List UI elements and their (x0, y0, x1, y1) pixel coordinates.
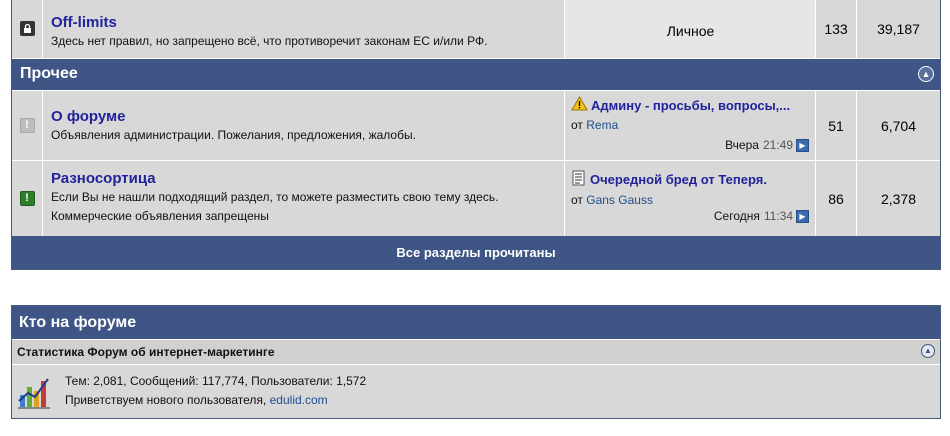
new-user-link[interactable]: edulid.com (270, 393, 328, 407)
post-time: 21:49 (762, 138, 793, 152)
forum-thread-count: 86 (816, 161, 856, 236)
forum-post-count: 2,378 (857, 161, 940, 236)
stats-subheader: Статистика Форум об интернет-маркетинге … (12, 340, 940, 364)
forum-description: Если Вы не нашли подходящий раздел, то м… (51, 190, 499, 204)
mark-forums-read-link[interactable]: Все разделы прочитаны (396, 245, 555, 260)
last-post-time: Вчера 21:49 ▶ (725, 138, 809, 152)
stats-text: Тем: 2,081, Сообщений: 117,774, Пользова… (65, 372, 366, 410)
forum-description: Здесь нет правил, но запрещено всё, что … (51, 34, 488, 48)
forum-row-offlimits: Off-limits Здесь нет правил, но запрещен… (12, 0, 940, 58)
forum-status-cell: ! (12, 161, 42, 236)
forum-title-offlimits[interactable]: Off-limits (51, 14, 556, 32)
go-to-post-icon[interactable]: ▶ (796, 138, 809, 152)
category-header: Прочее ▲ (12, 59, 940, 90)
warning-icon (571, 95, 588, 115)
forum-status-cell: ! (12, 91, 42, 160)
stats-counts: Тем: 2,081, Сообщений: 117,774, Пользова… (65, 374, 367, 388)
forum-list: Off-limits Здесь нет правил, но запрещен… (11, 0, 941, 270)
last-post-author: от Gans Gauss (571, 193, 810, 207)
by-prefix: от (571, 118, 583, 132)
lock-icon (19, 21, 35, 36)
forum-post-count: 6,704 (857, 91, 940, 160)
stats-title: Статистика Форум об интернет-маркетинге (17, 345, 275, 359)
whos-online-block: Кто на форуме Статистика Форум об интерн… (11, 305, 941, 419)
collapse-icon[interactable]: ▲ (918, 66, 934, 82)
whos-online-title: Кто на форуме (12, 306, 940, 339)
go-to-post-icon[interactable]: ▶ (796, 209, 809, 223)
last-thread-link[interactable]: Админу - просьбы, вопросы,... (591, 98, 790, 114)
post-time: 11:34 (763, 209, 793, 223)
stats-chart-icon (16, 371, 52, 411)
category-title[interactable]: Прочее (20, 65, 78, 82)
forum-info: Off-limits Здесь нет правил, но запрещен… (43, 0, 564, 58)
forum-title-about[interactable]: О форуме (51, 108, 556, 126)
last-post-time: Сегодня 11:34 ▶ (714, 209, 809, 223)
forum-new-icon: ! (19, 191, 35, 206)
post-day: Сегодня (713, 209, 760, 223)
by-prefix: от (571, 193, 583, 207)
forum-description: Объявления администрации. Пожелания, пре… (51, 128, 416, 142)
forum-last-post: Админу - просьбы, вопросы,... от Rema Вч… (565, 91, 815, 160)
forum-thread-count: 51 (816, 91, 856, 160)
author-link[interactable]: Gans Gauss (586, 193, 653, 207)
forum-last-post: Личное (565, 0, 815, 58)
document-icon (571, 170, 587, 190)
forum-row-misc: ! Разносортица Если Вы не нашли подходящ… (12, 161, 940, 236)
forum-row-about: ! О форуме Объявления администрации. Пож… (12, 91, 940, 160)
forum-info: Разносортица Если Вы не нашли подходящий… (43, 161, 564, 236)
collapse-icon[interactable]: ▲ (921, 344, 935, 358)
forum-post-count: 39,187 (857, 0, 940, 58)
welcome-prefix: Приветствуем нового пользователя, (65, 393, 267, 407)
welcome-line: Приветствуем нового пользователя, edulid… (65, 391, 366, 410)
forum-title-misc[interactable]: Разносортица (51, 170, 556, 188)
last-post-author: от Rema (571, 118, 810, 132)
forum-thread-count: 133 (816, 0, 856, 58)
forum-info: О форуме Объявления администрации. Пожел… (43, 91, 564, 160)
forum-last-post: Очередной бред от Теперя. от Gans Gauss … (565, 161, 815, 236)
forum-old-icon: ! (19, 118, 35, 133)
author-link[interactable]: Rema (586, 118, 618, 132)
last-thread-link[interactable]: Очередной бред от Теперя. (590, 172, 767, 188)
stats-body: Тем: 2,081, Сообщений: 117,774, Пользова… (12, 365, 940, 418)
post-day: Вчера (725, 138, 759, 152)
forum-status-cell (12, 0, 42, 58)
forum-description: Коммерческие объявления запрещены (51, 209, 269, 223)
mark-forums-read-bar: Все разделы прочитаны (12, 236, 940, 269)
